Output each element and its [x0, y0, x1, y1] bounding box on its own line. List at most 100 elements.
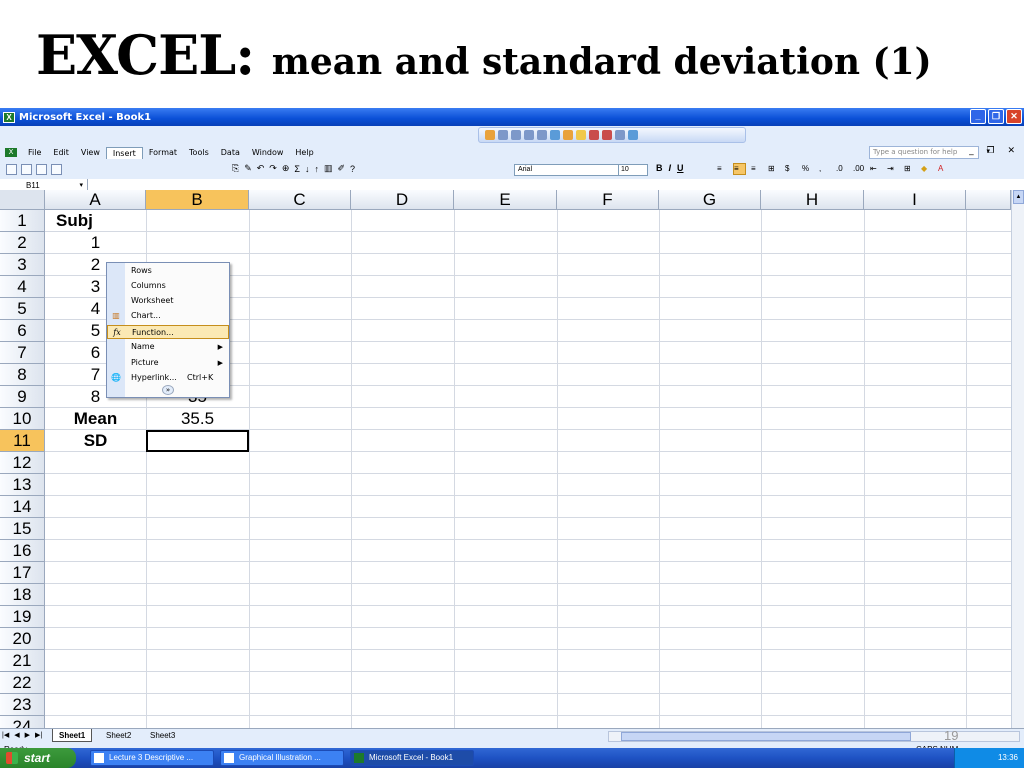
toolbar-icon[interactable]: [576, 130, 586, 140]
row-header[interactable]: 14: [0, 496, 45, 518]
row-header[interactable]: 21: [0, 650, 45, 672]
merge-center-icon[interactable]: ⊞: [767, 163, 780, 175]
font-name-select[interactable]: Arial: [514, 164, 620, 176]
horizontal-scroll-thumb[interactable]: [621, 732, 911, 741]
toolbar-icon[interactable]: [563, 130, 573, 140]
row-header[interactable]: 11: [0, 430, 45, 452]
active-cell-b11[interactable]: [146, 430, 249, 452]
toolbar-icon[interactable]: [485, 130, 495, 140]
restore-button[interactable]: ❐: [988, 109, 1004, 124]
italic-button[interactable]: I: [669, 163, 672, 173]
toolbar-icon[interactable]: [524, 130, 534, 140]
document-window-controls[interactable]: _ ❐ ✕: [969, 146, 1020, 156]
row-header[interactable]: 19: [0, 606, 45, 628]
row-header[interactable]: 5: [0, 298, 45, 320]
cell-a2[interactable]: 1: [45, 232, 146, 254]
task-excel[interactable]: Microsoft Excel - Book1: [350, 750, 474, 766]
drawing-icon[interactable]: ✐: [337, 163, 345, 174]
insert-menu-chart[interactable]: ▥ Chart...: [107, 309, 229, 323]
decrease-decimal-icon[interactable]: .00: [852, 163, 865, 175]
row-header[interactable]: 4: [0, 276, 45, 298]
increase-indent-icon[interactable]: ⇥: [886, 163, 899, 175]
insert-menu-rows[interactable]: Rows: [107, 264, 229, 278]
task-graphical[interactable]: Graphical Illustration ...: [220, 750, 344, 766]
permission-icon[interactable]: [51, 164, 62, 175]
open-icon[interactable]: [21, 164, 32, 175]
row-header[interactable]: 2: [0, 232, 45, 254]
col-header-g[interactable]: G: [659, 190, 761, 210]
vertical-scrollbar[interactable]: ▲: [1011, 190, 1024, 728]
insert-menu-worksheet[interactable]: Worksheet: [107, 294, 229, 308]
sort-descending-icon[interactable]: ↑: [314, 164, 319, 174]
col-header-f[interactable]: F: [557, 190, 659, 210]
row-header[interactable]: 9: [0, 386, 45, 408]
row-header[interactable]: 10: [0, 408, 45, 430]
menu-data[interactable]: Data: [215, 147, 246, 158]
scroll-up-icon[interactable]: ▲: [1013, 190, 1024, 204]
currency-icon[interactable]: $: [784, 163, 797, 175]
percent-icon[interactable]: %: [801, 163, 814, 175]
toolbar-icon[interactable]: [550, 130, 560, 140]
row-header[interactable]: 24: [0, 716, 45, 728]
comma-icon[interactable]: ,: [818, 163, 831, 175]
cell-a10[interactable]: Mean: [45, 408, 146, 430]
menu-tools[interactable]: Tools: [183, 147, 215, 158]
cell-a11[interactable]: SD: [45, 430, 146, 452]
insert-menu-picture[interactable]: Picture ▶: [107, 356, 229, 370]
menu-window[interactable]: Window: [246, 147, 290, 158]
font-color-icon[interactable]: A: [937, 163, 950, 175]
cell-b10[interactable]: 35.5: [146, 408, 249, 430]
toolbar-icon[interactable]: [628, 130, 638, 140]
row-header[interactable]: 20: [0, 628, 45, 650]
chart-wizard-icon[interactable]: ▥: [324, 163, 333, 174]
expand-menu-icon[interactable]: »: [162, 385, 174, 395]
last-sheet-icon[interactable]: ▶|: [35, 731, 42, 739]
row-header[interactable]: 15: [0, 518, 45, 540]
row-header[interactable]: 16: [0, 540, 45, 562]
toolbar-icon[interactable]: [537, 130, 547, 140]
help-search-input[interactable]: Type a question for help: [869, 146, 979, 159]
tab-sheet2[interactable]: Sheet2: [100, 729, 137, 742]
format-painter-icon[interactable]: ✎: [244, 163, 252, 174]
row-header[interactable]: 12: [0, 452, 45, 474]
paste-icon[interactable]: ⎘: [232, 163, 239, 174]
redo-icon[interactable]: ↷: [269, 163, 277, 174]
menu-help[interactable]: Help: [289, 147, 319, 158]
row-header[interactable]: 3: [0, 254, 45, 276]
insert-menu-name[interactable]: Name ▶: [107, 340, 229, 354]
tab-sheet1[interactable]: Sheet1: [52, 729, 93, 742]
row-header[interactable]: 1: [0, 210, 45, 232]
first-sheet-icon[interactable]: |◀: [2, 731, 9, 739]
row-header[interactable]: 7: [0, 342, 45, 364]
col-header-h[interactable]: H: [761, 190, 864, 210]
row-header[interactable]: 8: [0, 364, 45, 386]
autosum-icon[interactable]: Σ: [294, 164, 300, 174]
col-header-e[interactable]: E: [454, 190, 557, 210]
document-icon[interactable]: X: [0, 148, 22, 157]
next-sheet-icon[interactable]: ▶: [25, 731, 30, 739]
insert-menu-hyperlink[interactable]: 🌐 Hyperlink... Ctrl+K: [107, 371, 229, 385]
row-header[interactable]: 6: [0, 320, 45, 342]
align-center-icon[interactable]: ≡: [733, 163, 746, 175]
align-left-icon[interactable]: ≡: [716, 163, 729, 175]
toolbar-icon[interactable]: [511, 130, 521, 140]
save-icon[interactable]: [36, 164, 47, 175]
menu-format[interactable]: Format: [143, 147, 183, 158]
row-header[interactable]: 13: [0, 474, 45, 496]
new-icon[interactable]: [6, 164, 17, 175]
menu-view[interactable]: View: [75, 147, 106, 158]
close-button[interactable]: ✕: [1006, 109, 1022, 124]
borders-icon[interactable]: ⊞: [903, 163, 916, 175]
minimize-button[interactable]: _: [970, 109, 986, 124]
toolbar-icon[interactable]: [589, 130, 599, 140]
tab-sheet3[interactable]: Sheet3: [144, 729, 181, 742]
prev-sheet-icon[interactable]: ◀: [14, 731, 19, 739]
align-right-icon[interactable]: ≡: [750, 163, 763, 175]
col-header-b[interactable]: B: [146, 190, 249, 210]
row-header[interactable]: 22: [0, 672, 45, 694]
hyperlink-icon[interactable]: ⊕: [282, 163, 290, 174]
sort-ascending-icon[interactable]: ↓: [305, 164, 310, 174]
font-size-select[interactable]: 10: [618, 164, 648, 176]
row-header[interactable]: 23: [0, 694, 45, 716]
start-button[interactable]: start: [0, 748, 76, 768]
